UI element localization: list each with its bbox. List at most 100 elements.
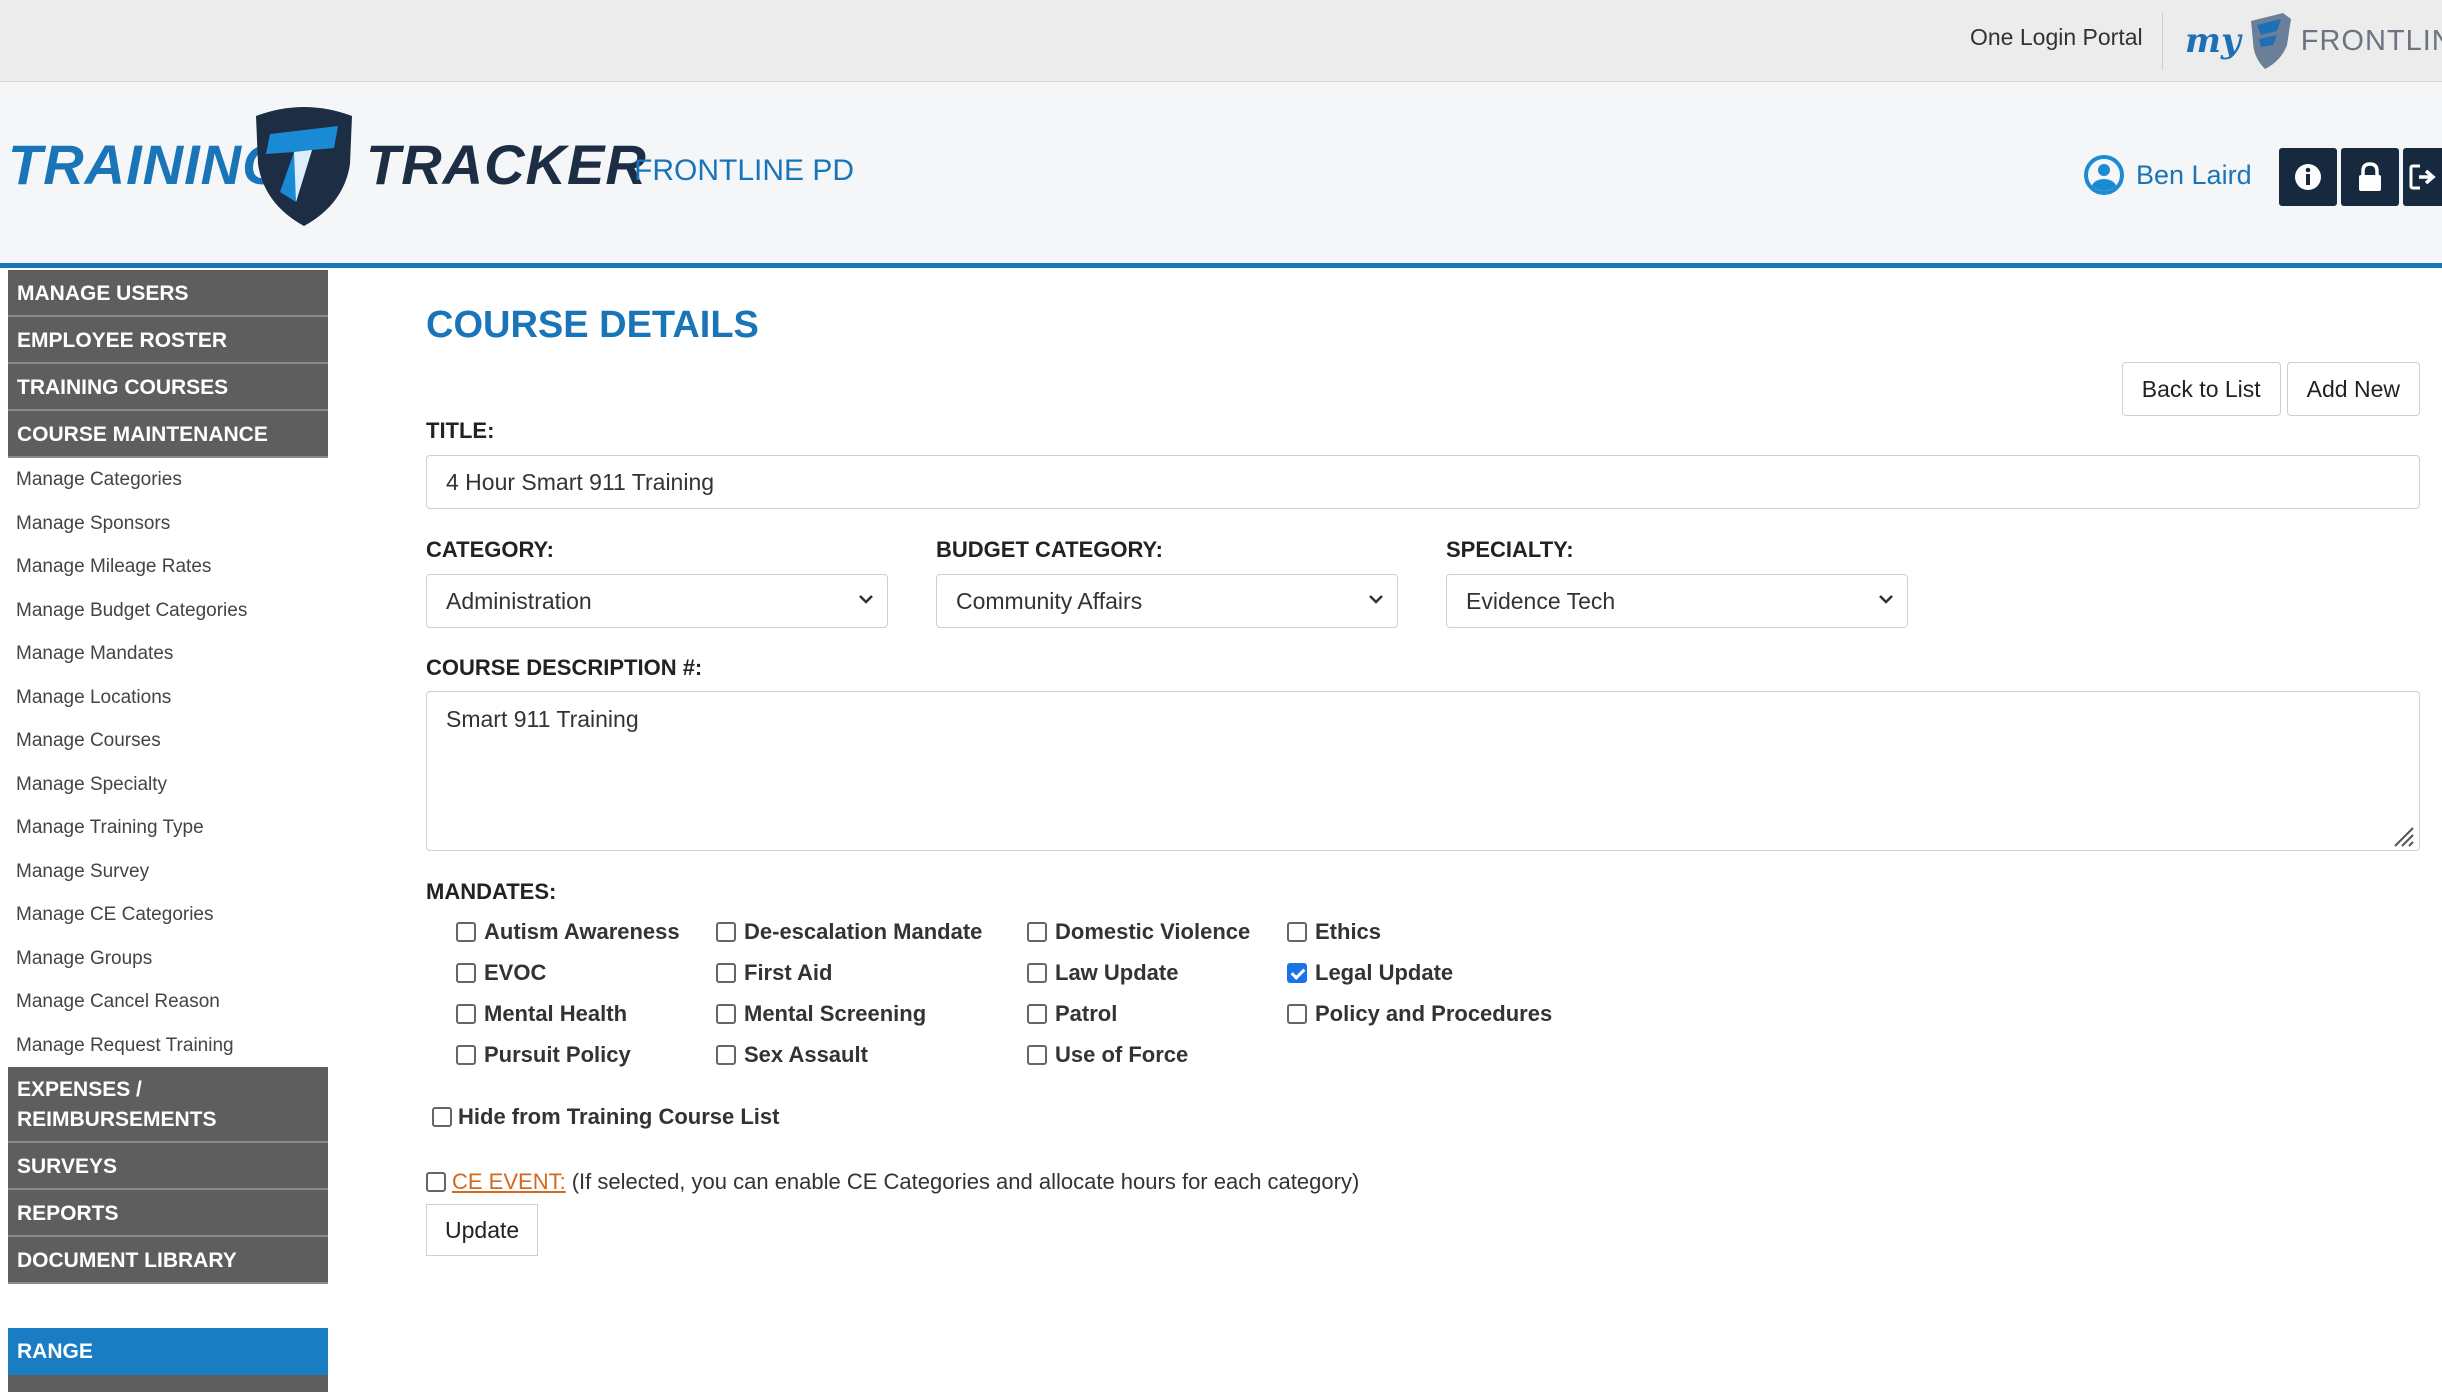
nav-manage-categories[interactable]: Manage Categories <box>8 458 328 502</box>
mandate-option[interactable]: Ethics <box>1287 916 1567 948</box>
top-bar-divider <box>2162 12 2163 70</box>
nav-manage-groups[interactable]: Manage Groups <box>8 937 328 981</box>
specialty-select[interactable]: Evidence Tech <box>1446 574 1908 628</box>
nav-manage-mandates[interactable]: Manage Mandates <box>8 632 328 676</box>
mandate-option[interactable]: EVOC <box>456 957 716 989</box>
nav-manage-specialty[interactable]: Manage Specialty <box>8 763 328 807</box>
mandate-checkbox[interactable] <box>456 963 476 983</box>
mandate-label: Autism Awareness <box>484 919 680 944</box>
nav-next-item[interactable] <box>8 1375 328 1392</box>
nav-expenses-reimbursements[interactable]: EXPENSES / REIMBURSEMENTS <box>8 1067 328 1143</box>
logout-button[interactable] <box>2403 148 2442 206</box>
back-to-list-button[interactable]: Back to List <box>2121 362 2281 416</box>
mandate-label: Law Update <box>1055 960 1179 985</box>
sidebar-nav: MANAGE USERS EMPLOYEE ROSTER TRAINING CO… <box>8 270 328 1392</box>
mandate-option[interactable]: Policy and Procedures <box>1287 998 1567 1030</box>
nav-manage-cancel-reason[interactable]: Manage Cancel Reason <box>8 980 328 1024</box>
mandate-label: Patrol <box>1055 1001 1118 1026</box>
nav-manage-courses[interactable]: Manage Courses <box>8 719 328 763</box>
mandate-label: Use of Force <box>1055 1042 1189 1067</box>
mandate-checkbox[interactable] <box>456 1045 476 1065</box>
resize-handle-icon[interactable] <box>2389 822 2415 848</box>
app-header: TRAINING TRACKER FRONTLINE PD Ben Laird <box>0 82 2442 268</box>
top-buttons: Back to List Add New <box>2121 362 2420 416</box>
mandate-label: Legal Update <box>1315 960 1454 985</box>
nav-manage-locations[interactable]: Manage Locations <box>8 676 328 720</box>
mandate-option[interactable]: Patrol <box>1027 998 1287 1030</box>
mandate-label: Ethics <box>1315 919 1382 944</box>
nav-range[interactable]: RANGE <box>8 1328 328 1375</box>
nav-document-library[interactable]: DOCUMENT LIBRARY <box>8 1237 328 1284</box>
mandate-checkbox[interactable] <box>456 922 476 942</box>
specialty-label: SPECIALTY: <box>1446 537 1574 562</box>
mandate-checkbox[interactable] <box>1027 963 1047 983</box>
ce-event-link[interactable]: CE EVENT: <box>452 1169 566 1195</box>
mandate-option[interactable]: Domestic Violence <box>1027 916 1287 948</box>
add-new-button[interactable]: Add New <box>2286 362 2420 416</box>
ce-event-checkbox[interactable] <box>426 1172 446 1192</box>
hide-from-list-option[interactable]: Hide from Training Course List <box>432 1104 779 1130</box>
nav-manage-request-training[interactable]: Manage Request Training <box>8 1024 328 1068</box>
nav-course-maintenance[interactable]: COURSE MAINTENANCE <box>8 411 328 458</box>
mandate-option[interactable]: Use of Force <box>1027 1039 1287 1071</box>
chevron-down-icon <box>859 595 873 604</box>
mandate-label: Pursuit Policy <box>484 1042 631 1067</box>
hide-from-list-label: Hide from Training Course List <box>458 1104 780 1129</box>
mandate-option[interactable]: Law Update <box>1027 957 1287 989</box>
budget-category-selected-value: Community Affairs <box>956 588 1143 614</box>
mandate-checkbox[interactable] <box>1287 1004 1307 1024</box>
nav-surveys[interactable]: SURVEYS <box>8 1143 328 1190</box>
mandate-checkbox[interactable] <box>456 1004 476 1024</box>
user-profile-link[interactable]: Ben Laird <box>2084 155 2252 195</box>
mandate-option[interactable]: First Aid <box>716 957 1027 989</box>
mandate-checkbox[interactable] <box>716 1045 736 1065</box>
category-label: CATEGORY: <box>426 537 554 562</box>
mandate-checkbox[interactable] <box>716 922 736 942</box>
mandate-checkbox[interactable] <box>1287 963 1307 983</box>
course-description-textarea[interactable]: Smart 911 Training <box>426 691 2420 851</box>
mandate-checkbox[interactable] <box>716 1004 736 1024</box>
nav-manage-mileage-rates[interactable]: Manage Mileage Rates <box>8 545 328 589</box>
budget-category-select[interactable]: Community Affairs <box>936 574 1398 628</box>
mandate-label: Sex Assault <box>744 1042 868 1067</box>
nav-manage-ce-categories[interactable]: Manage CE Categories <box>8 893 328 937</box>
title-input[interactable] <box>426 455 2420 509</box>
one-login-portal-link[interactable]: One Login Portal <box>1970 24 2143 51</box>
agency-name: FRONTLINE PD <box>634 154 855 187</box>
budget-category-label: BUDGET CATEGORY: <box>936 537 1163 562</box>
nav-employee-roster[interactable]: EMPLOYEE ROSTER <box>8 317 328 364</box>
hide-from-list-checkbox[interactable] <box>432 1107 452 1127</box>
mandate-checkbox[interactable] <box>716 963 736 983</box>
mandate-option[interactable]: Mental Screening <box>716 998 1027 1030</box>
lock-button[interactable] <box>2341 148 2399 206</box>
nav-manage-users[interactable]: MANAGE USERS <box>8 270 328 317</box>
mandate-checkbox[interactable] <box>1027 1045 1047 1065</box>
mandates-label: MANDATES: <box>426 879 557 904</box>
logo-training-text: TRAINING <box>8 133 287 196</box>
mandate-option[interactable]: Legal Update <box>1287 957 1567 989</box>
update-button[interactable]: Update <box>426 1204 539 1256</box>
myfrontline-logo[interactable]: my FRONTLINE <box>2185 8 2442 74</box>
category-select[interactable]: Administration <box>426 574 888 628</box>
mandate-option[interactable]: Pursuit Policy <box>456 1039 716 1071</box>
nav-manage-sponsors[interactable]: Manage Sponsors <box>8 502 328 546</box>
info-button[interactable] <box>2279 148 2337 206</box>
mandate-checkbox[interactable] <box>1287 922 1307 942</box>
mandate-checkbox[interactable] <box>1027 1004 1047 1024</box>
nav-manage-training-type[interactable]: Manage Training Type <box>8 806 328 850</box>
mandate-checkbox[interactable] <box>1027 922 1047 942</box>
training-tracker-shield-icon <box>256 107 352 226</box>
nav-training-courses[interactable]: TRAINING COURSES <box>8 364 328 411</box>
nav-manage-budget-categories[interactable]: Manage Budget Categories <box>8 589 328 633</box>
mandate-option[interactable]: Sex Assault <box>716 1039 1027 1071</box>
myfrontline-brand-text: FRONTLINE <box>2300 24 2442 57</box>
mandate-option[interactable]: Autism Awareness <box>456 916 716 948</box>
page-title: COURSE DETAILS <box>426 304 759 346</box>
mandate-label: Mental Health <box>484 1001 628 1026</box>
logout-icon <box>2409 164 2436 190</box>
mandate-option[interactable]: Mental Health <box>456 998 716 1030</box>
nav-manage-survey[interactable]: Manage Survey <box>8 850 328 894</box>
mandate-label: First Aid <box>744 960 833 985</box>
mandate-option[interactable]: De-escalation Mandate <box>716 916 1027 948</box>
nav-reports[interactable]: REPORTS <box>8 1190 328 1237</box>
